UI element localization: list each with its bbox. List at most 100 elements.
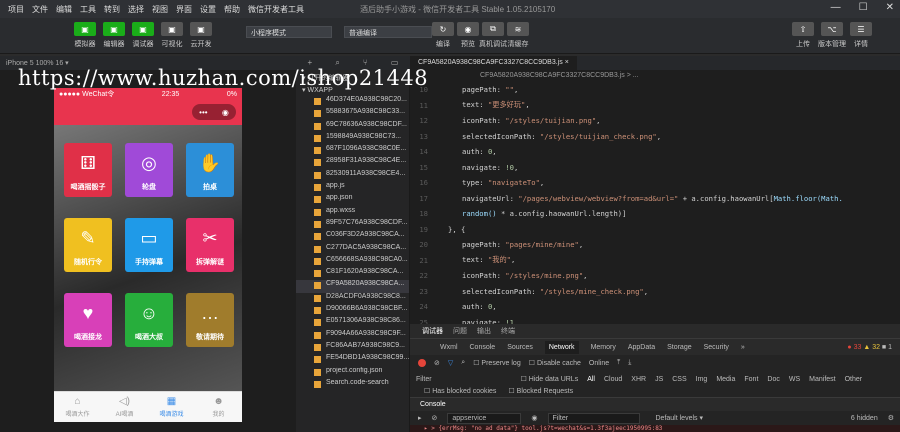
devtools-tab[interactable]: Memory bbox=[591, 344, 616, 351]
maximize-icon[interactable]: ☐ bbox=[859, 2, 868, 13]
right-2-button[interactable]: ☰ 详情 bbox=[846, 22, 876, 49]
file-item[interactable]: C81F1620A938C98CA... bbox=[296, 268, 409, 280]
file-item[interactable]: app.js bbox=[296, 182, 409, 194]
game-tile[interactable]: … 敬请期待 bbox=[186, 293, 234, 347]
panel-tab[interactable]: 调试器 bbox=[422, 326, 443, 336]
type-filter[interactable]: WS bbox=[789, 376, 800, 383]
file-item[interactable]: F9094A66A938C98C9F... bbox=[296, 330, 409, 342]
download-icon[interactable]: ⤓ bbox=[628, 359, 631, 367]
file-item[interactable]: C656668SA938C98CA0... bbox=[296, 256, 409, 268]
compile-select[interactable]: 普通编译 bbox=[344, 26, 432, 38]
file-item[interactable]: CF9A5820A938C98CA... bbox=[296, 280, 409, 293]
throttle-select[interactable]: Online bbox=[589, 360, 609, 367]
file-item[interactable]: 28958F31A938C98C4E... bbox=[296, 157, 409, 169]
devtools-tab[interactable]: Storage bbox=[667, 344, 692, 351]
devtools-tab[interactable]: AppData bbox=[628, 344, 655, 351]
right-0-button[interactable]: ⇧ 上传 bbox=[788, 22, 818, 49]
toolbar-visual-button[interactable]: ▣ 可视化 bbox=[157, 22, 187, 49]
tab-item[interactable]: ◁) AI喝酒 bbox=[101, 392, 148, 422]
devtools-tab[interactable]: Network bbox=[544, 340, 579, 354]
devtools-tab[interactable]: » bbox=[741, 344, 745, 351]
upload-icon[interactable]: ⤒ bbox=[617, 359, 620, 367]
sidebar-icon[interactable]: ▸ bbox=[418, 414, 422, 422]
toolbar-debugger-button[interactable]: ▣ 调试器 bbox=[128, 22, 158, 49]
menu-item[interactable]: 编辑 bbox=[56, 4, 72, 15]
type-filter[interactable]: Other bbox=[845, 376, 863, 383]
menu-item[interactable]: 转到 bbox=[104, 4, 120, 15]
preserve-log-checkbox[interactable]: ☐ Preserve log bbox=[473, 359, 521, 367]
game-tile[interactable]: ✋ 拍桌 bbox=[186, 143, 234, 197]
disable-cache-checkbox[interactable]: ☐ Disable cache bbox=[529, 359, 581, 367]
game-tile[interactable]: ☺ 喝酒大叔 bbox=[125, 293, 173, 347]
menu-item[interactable]: 视图 bbox=[152, 4, 168, 15]
file-item[interactable]: FE54DBD1A938C98C99... bbox=[296, 354, 409, 366]
type-filter[interactable]: CSS bbox=[672, 376, 686, 383]
right-1-button[interactable]: ⌥ 版本管理 bbox=[817, 22, 847, 49]
game-tile[interactable]: ✂ 拆弹解谜 bbox=[186, 218, 234, 272]
file-item[interactable]: 46D374E0A938C98C20... bbox=[296, 96, 409, 108]
file-item[interactable]: C277DAC5A938C98CA... bbox=[296, 244, 409, 256]
settings-icon[interactable]: ⚙ bbox=[888, 414, 900, 422]
file-item[interactable]: 1598849A938C98C73... bbox=[296, 133, 409, 145]
type-filter[interactable]: Cloud bbox=[604, 376, 622, 383]
type-filter[interactable]: JS bbox=[655, 376, 663, 383]
menu-item[interactable]: 选择 bbox=[128, 4, 144, 15]
devtools-tab[interactable]: Security bbox=[704, 344, 729, 351]
action-3-button[interactable]: ≋ 清缓存 bbox=[503, 22, 533, 49]
file-item[interactable]: app.wxss bbox=[296, 207, 409, 219]
editor-tab[interactable]: CF9A5820A938C98CA9FC3327C8CC9DB3.js × bbox=[410, 56, 577, 70]
record-icon[interactable] bbox=[418, 359, 426, 367]
file-item[interactable]: FC86AAB7A938C98C9... bbox=[296, 342, 409, 354]
file-item[interactable]: C036F3D2A938C98CA... bbox=[296, 231, 409, 243]
close-icon[interactable]: ✕ bbox=[886, 2, 894, 13]
type-filter[interactable]: All bbox=[587, 376, 595, 383]
hide-data-urls-checkbox[interactable]: ☐ Hide data URLs bbox=[521, 375, 579, 383]
clear-icon[interactable]: ⊘ bbox=[434, 359, 440, 367]
clear-console-icon[interactable]: ⊘ bbox=[432, 414, 438, 422]
type-filter[interactable]: Img bbox=[696, 376, 708, 383]
search-icon[interactable]: ⌕ bbox=[461, 359, 465, 367]
network-filter-input[interactable]: Filter bbox=[416, 376, 432, 383]
file-item[interactable]: Search.code-search bbox=[296, 379, 409, 391]
menu-item[interactable]: 项目 bbox=[8, 4, 24, 15]
console-drawer-tab[interactable]: Console bbox=[410, 397, 900, 411]
type-filter[interactable]: Manifest bbox=[809, 376, 835, 383]
game-tile[interactable]: ⚅ 喝酒摇骰子 bbox=[64, 143, 112, 197]
devtools-tab[interactable]: Wxml bbox=[440, 344, 458, 351]
console-filter-input[interactable]: Filter bbox=[547, 412, 640, 424]
game-tile[interactable]: ✎ 随机行令 bbox=[64, 218, 112, 272]
menu-item[interactable]: 文件 bbox=[32, 4, 48, 15]
file-item[interactable]: E0571306A938C98C86... bbox=[296, 317, 409, 329]
menu-item[interactable]: 工具 bbox=[80, 4, 96, 15]
tab-item[interactable]: ⌂ 喝酒大作 bbox=[54, 392, 101, 422]
file-item[interactable]: 69C78636A938C98CDF... bbox=[296, 121, 409, 133]
panel-tab[interactable]: 终端 bbox=[501, 326, 515, 336]
filter-icon[interactable]: ▽ bbox=[448, 359, 453, 367]
devtools-tab[interactable]: Console bbox=[470, 344, 496, 351]
file-item[interactable]: app.json bbox=[296, 194, 409, 206]
file-item[interactable]: D28ACDF0A938C98C8... bbox=[296, 293, 409, 305]
file-item[interactable]: D90066B6A938C98CBF... bbox=[296, 305, 409, 317]
panel-tab[interactable]: 输出 bbox=[477, 326, 491, 336]
code-editor[interactable]: 10 pagePath: "", 11 text: "更多好玩", 12 iconPath… bbox=[410, 82, 900, 327]
file-item[interactable]: 82530911A938C98CE4... bbox=[296, 170, 409, 182]
panel-tab[interactable]: 问题 bbox=[453, 326, 467, 336]
type-filter[interactable]: Font bbox=[744, 376, 758, 383]
menu-item[interactable]: 微信开发者工具 bbox=[248, 4, 304, 15]
menu-item[interactable]: 设置 bbox=[200, 4, 216, 15]
file-item[interactable]: 89F57C76A938C98CDF... bbox=[296, 219, 409, 231]
tab-item[interactable]: ▦ 喝酒游戏 bbox=[148, 392, 195, 422]
eye-icon[interactable]: ◉ bbox=[531, 414, 537, 422]
mode-select[interactable]: 小程序模式 bbox=[246, 26, 332, 38]
devtools-tab[interactable]: Sources bbox=[507, 344, 533, 351]
minimize-icon[interactable]: — bbox=[831, 2, 841, 13]
menu-item[interactable]: 界面 bbox=[176, 4, 192, 15]
menu-item[interactable]: 帮助 bbox=[224, 4, 240, 15]
levels-select[interactable]: Default levels ▾ bbox=[656, 414, 703, 422]
file-item[interactable]: 55883675A938C98C33... bbox=[296, 108, 409, 120]
close-circle-icon[interactable]: ◉ bbox=[222, 108, 229, 117]
blocked-cookies-checkbox[interactable]: ☐ Has blocked cookies bbox=[424, 387, 496, 397]
type-filter[interactable]: Media bbox=[716, 376, 735, 383]
game-tile[interactable]: ◎ 轮盘 bbox=[125, 143, 173, 197]
file-item[interactable]: 687F1096A938C98C0E... bbox=[296, 145, 409, 157]
